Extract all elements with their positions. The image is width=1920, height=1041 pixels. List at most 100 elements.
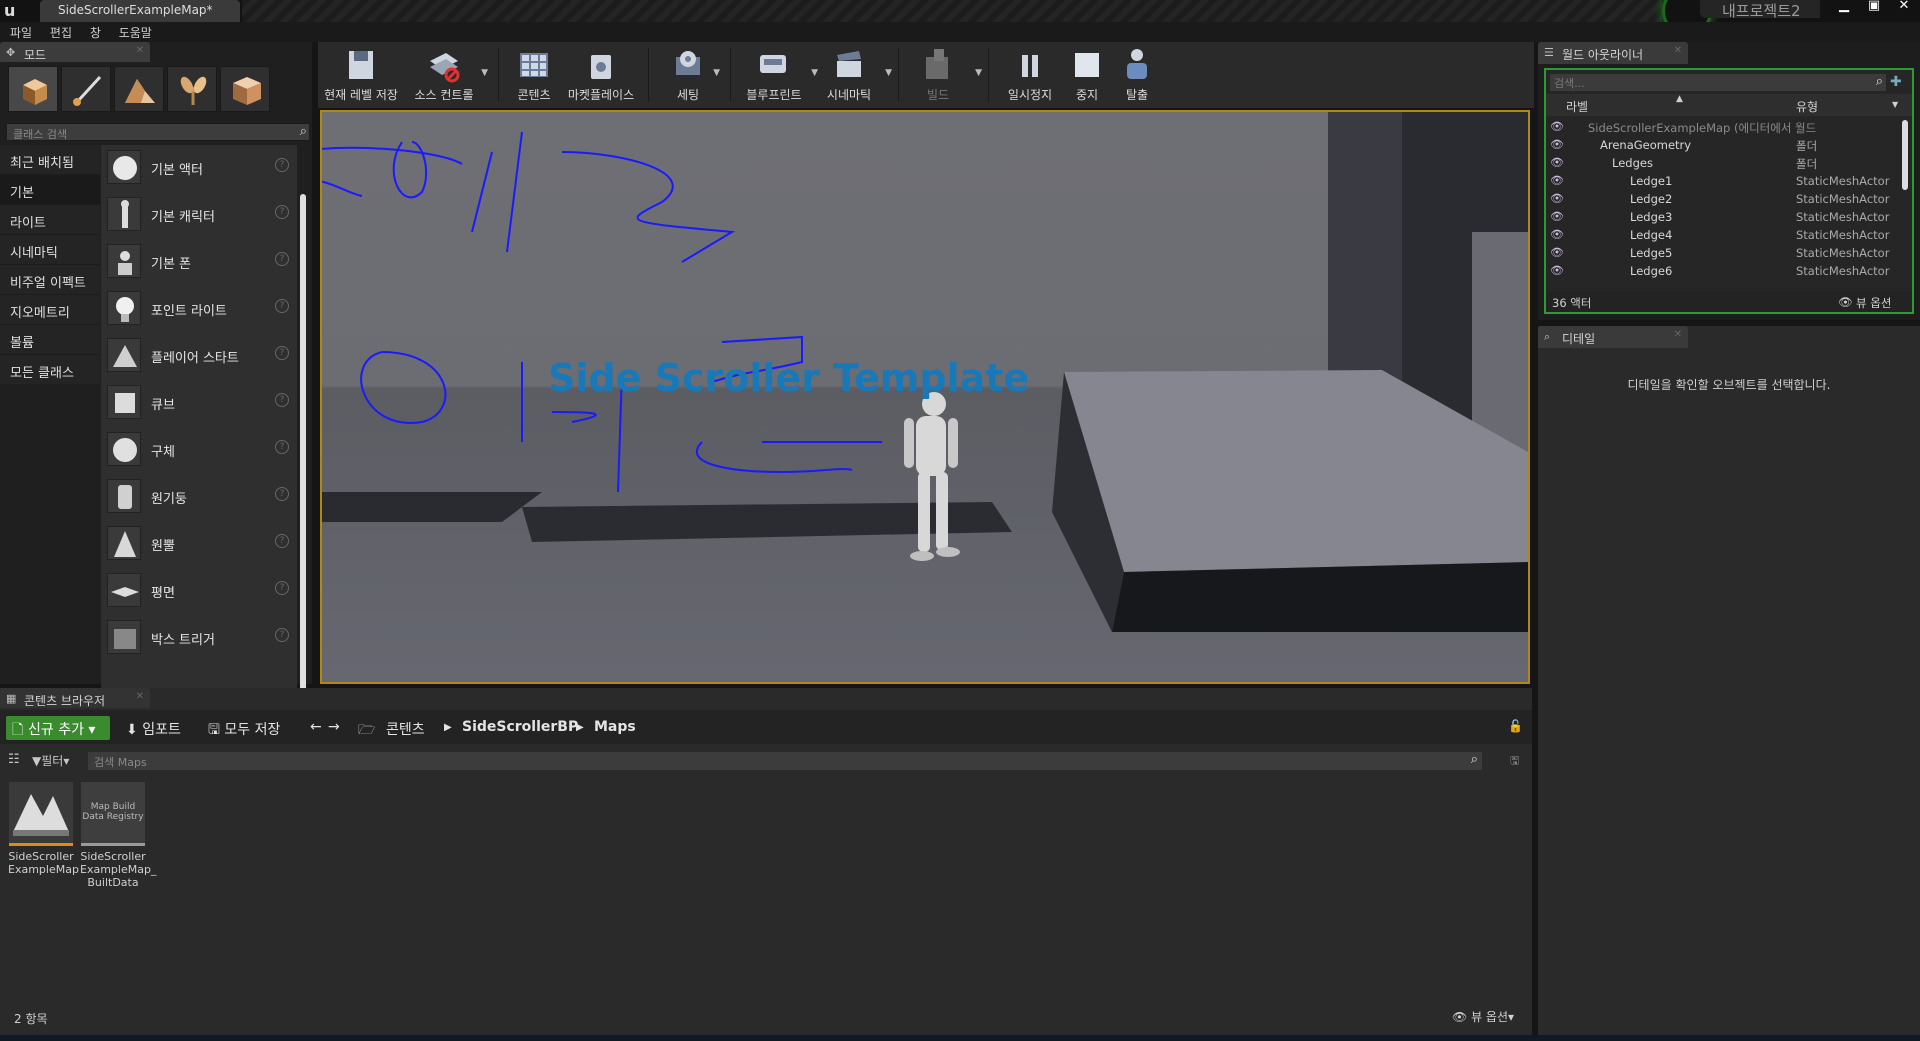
- outliner-search-input[interactable]: 검색... ⌕: [1550, 74, 1886, 91]
- table-row[interactable]: 👁 Ledge3 StaticMeshActor: [1546, 208, 1900, 226]
- breadcrumb-maps[interactable]: Maps: [594, 716, 636, 740]
- content-button[interactable]: 콘텐츠: [504, 42, 564, 108]
- save-all-button[interactable]: 🖫 모두 저장: [208, 716, 280, 740]
- settings-button[interactable]: 세팅 ▼: [654, 42, 722, 108]
- list-item[interactable]: 구체?: [101, 427, 297, 474]
- category-all-classes[interactable]: 모든 클래스: [0, 355, 100, 385]
- cinematics-button[interactable]: 시네마틱 ▼: [814, 42, 892, 108]
- breadcrumb-content[interactable]: 콘텐츠: [386, 716, 425, 740]
- content-browser-tab[interactable]: ▦ 콘텐츠 브라우저 ✕: [0, 688, 150, 708]
- menu-file[interactable]: 파일: [0, 22, 32, 41]
- list-item[interactable]: 기본 액터?: [101, 145, 297, 192]
- back-arrow-icon[interactable]: ←: [310, 716, 322, 740]
- list-item[interactable]: 기본 캐릭터?: [101, 192, 297, 239]
- marketplace-button[interactable]: 마켓플레이스: [566, 42, 636, 108]
- table-row[interactable]: 👁 Ledges 폴더: [1546, 154, 1900, 172]
- help-icon[interactable]: ?: [275, 393, 289, 407]
- close-icon[interactable]: ✕: [1674, 45, 1682, 56]
- table-row[interactable]: 👁 Ledge1 StaticMeshActor: [1546, 172, 1900, 190]
- landscape-mode-button[interactable]: [114, 66, 164, 112]
- menu-help[interactable]: 도움말: [109, 22, 152, 41]
- list-item[interactable]: 평면?: [101, 568, 297, 615]
- list-item[interactable]: 원기둥?: [101, 474, 297, 521]
- level-tab[interactable]: SideScrollerExampleMap*: [40, 0, 240, 22]
- blueprints-button[interactable]: 블루프린트 ▼: [738, 42, 818, 108]
- table-row[interactable]: 👁 Ledge4 StaticMeshActor: [1546, 226, 1900, 244]
- eye-icon[interactable]: 👁: [1550, 174, 1564, 187]
- column-label-header[interactable]: 라벨: [1566, 98, 1588, 115]
- close-button[interactable]: ✕: [1890, 0, 1918, 14]
- help-icon[interactable]: ?: [275, 440, 289, 454]
- close-icon[interactable]: ✕: [136, 691, 144, 702]
- eye-icon[interactable]: 👁: [1550, 156, 1564, 169]
- category-lights[interactable]: 라이트: [0, 205, 100, 235]
- table-row[interactable]: 👁 Ledge5 StaticMeshActor: [1546, 244, 1900, 262]
- menu-edit[interactable]: 편집: [40, 22, 72, 41]
- eye-icon[interactable]: 👁: [1550, 210, 1564, 223]
- asset-tile[interactable]: Map Build Data Registry SideScroller Exa…: [80, 782, 156, 889]
- category-visual-effects[interactable]: 비주얼 이펙트: [0, 265, 100, 295]
- restore-button[interactable]: ▣: [1860, 0, 1888, 14]
- chevron-down-icon[interactable]: ▼: [1892, 100, 1898, 109]
- table-row[interactable]: 👁 ArenaGeometry 폴더: [1546, 136, 1900, 154]
- foliage-mode-button[interactable]: [167, 66, 217, 112]
- category-recent[interactable]: 최근 배치됨: [0, 145, 100, 175]
- help-icon[interactable]: ?: [275, 158, 289, 172]
- modes-tab[interactable]: ✥ 모드 ✕: [0, 42, 150, 62]
- title-bar-drag-area[interactable]: [242, 0, 1662, 22]
- menu-window[interactable]: 창: [80, 22, 101, 41]
- outliner-tab[interactable]: ☰ 월드 아웃라이너 ✕: [1538, 42, 1688, 64]
- save-search-icon[interactable]: 🖫: [1510, 752, 1519, 771]
- help-icon[interactable]: ?: [275, 252, 289, 266]
- place-mode-button[interactable]: [8, 66, 58, 112]
- source-control-button[interactable]: 소스 컨트롤 ▼: [408, 42, 488, 108]
- filter-button[interactable]: ▼필터▾: [32, 752, 69, 769]
- sources-toggle-icon[interactable]: ☷: [8, 752, 20, 767]
- minimize-button[interactable]: ▁: [1830, 0, 1858, 14]
- help-icon[interactable]: ?: [275, 628, 289, 642]
- close-icon[interactable]: ✕: [1674, 329, 1682, 340]
- chevron-down-icon[interactable]: ▼: [713, 68, 720, 78]
- eye-icon[interactable]: 👁: [1550, 246, 1564, 259]
- help-icon[interactable]: ?: [275, 534, 289, 548]
- build-button[interactable]: 빌드 ▼: [908, 42, 982, 108]
- eject-button[interactable]: 탈출: [1114, 42, 1160, 108]
- table-row[interactable]: 👁 Ledge6 StaticMeshActor: [1546, 262, 1900, 280]
- class-search-input[interactable]: 클래스 검색 ⌕: [6, 123, 310, 141]
- chevron-down-icon[interactable]: ▼: [481, 68, 488, 78]
- list-item[interactable]: 박스 트리거?: [101, 615, 297, 662]
- list-item[interactable]: 플레이어 스타트?: [101, 333, 297, 380]
- category-geometry[interactable]: 지오메트리: [0, 295, 100, 325]
- list-item[interactable]: 원뿔?: [101, 521, 297, 568]
- details-tab[interactable]: ⌕ 디테일 ✕: [1538, 326, 1688, 348]
- chevron-down-icon[interactable]: ▼: [885, 68, 892, 78]
- list-item[interactable]: 큐브?: [101, 380, 297, 427]
- stop-button[interactable]: 중지: [1064, 42, 1110, 108]
- category-cinematic[interactable]: 시네마틱: [0, 235, 100, 265]
- level-viewport[interactable]: Side Scroller Template: [320, 110, 1530, 684]
- eye-icon[interactable]: 👁: [1550, 120, 1564, 133]
- outliner-scrollbar[interactable]: [1902, 120, 1908, 190]
- pause-button[interactable]: 일시정지: [998, 42, 1062, 108]
- column-type-header[interactable]: 유형: [1796, 98, 1818, 115]
- add-folder-icon[interactable]: ✚: [1890, 74, 1908, 91]
- category-basic[interactable]: 기본: [0, 175, 100, 205]
- eye-icon[interactable]: 👁: [1550, 264, 1564, 277]
- help-icon[interactable]: ?: [275, 581, 289, 595]
- lock-icon[interactable]: 🔓: [1508, 716, 1523, 740]
- help-icon[interactable]: ?: [275, 205, 289, 219]
- placeable-list-scrollbar[interactable]: [300, 194, 306, 694]
- chevron-down-icon[interactable]: ▼: [975, 68, 982, 78]
- forward-arrow-icon[interactable]: →: [328, 716, 340, 740]
- eye-icon[interactable]: 👁: [1550, 138, 1564, 151]
- table-row[interactable]: 👁 Ledge2 StaticMeshActor: [1546, 190, 1900, 208]
- unreal-logo-icon[interactable]: u: [4, 1, 26, 21]
- geometry-mode-button[interactable]: [220, 66, 270, 112]
- eye-icon[interactable]: 👁: [1550, 192, 1564, 205]
- category-volumes[interactable]: 볼륨: [0, 325, 100, 355]
- paint-mode-button[interactable]: [61, 66, 111, 112]
- breadcrumb-sidescrollerbp[interactable]: SideScrollerBP: [462, 716, 578, 740]
- help-icon[interactable]: ?: [275, 487, 289, 501]
- view-options-button[interactable]: 뷰 옵션: [1856, 295, 1891, 311]
- asset-tile[interactable]: SideScroller ExampleMap: [8, 782, 79, 876]
